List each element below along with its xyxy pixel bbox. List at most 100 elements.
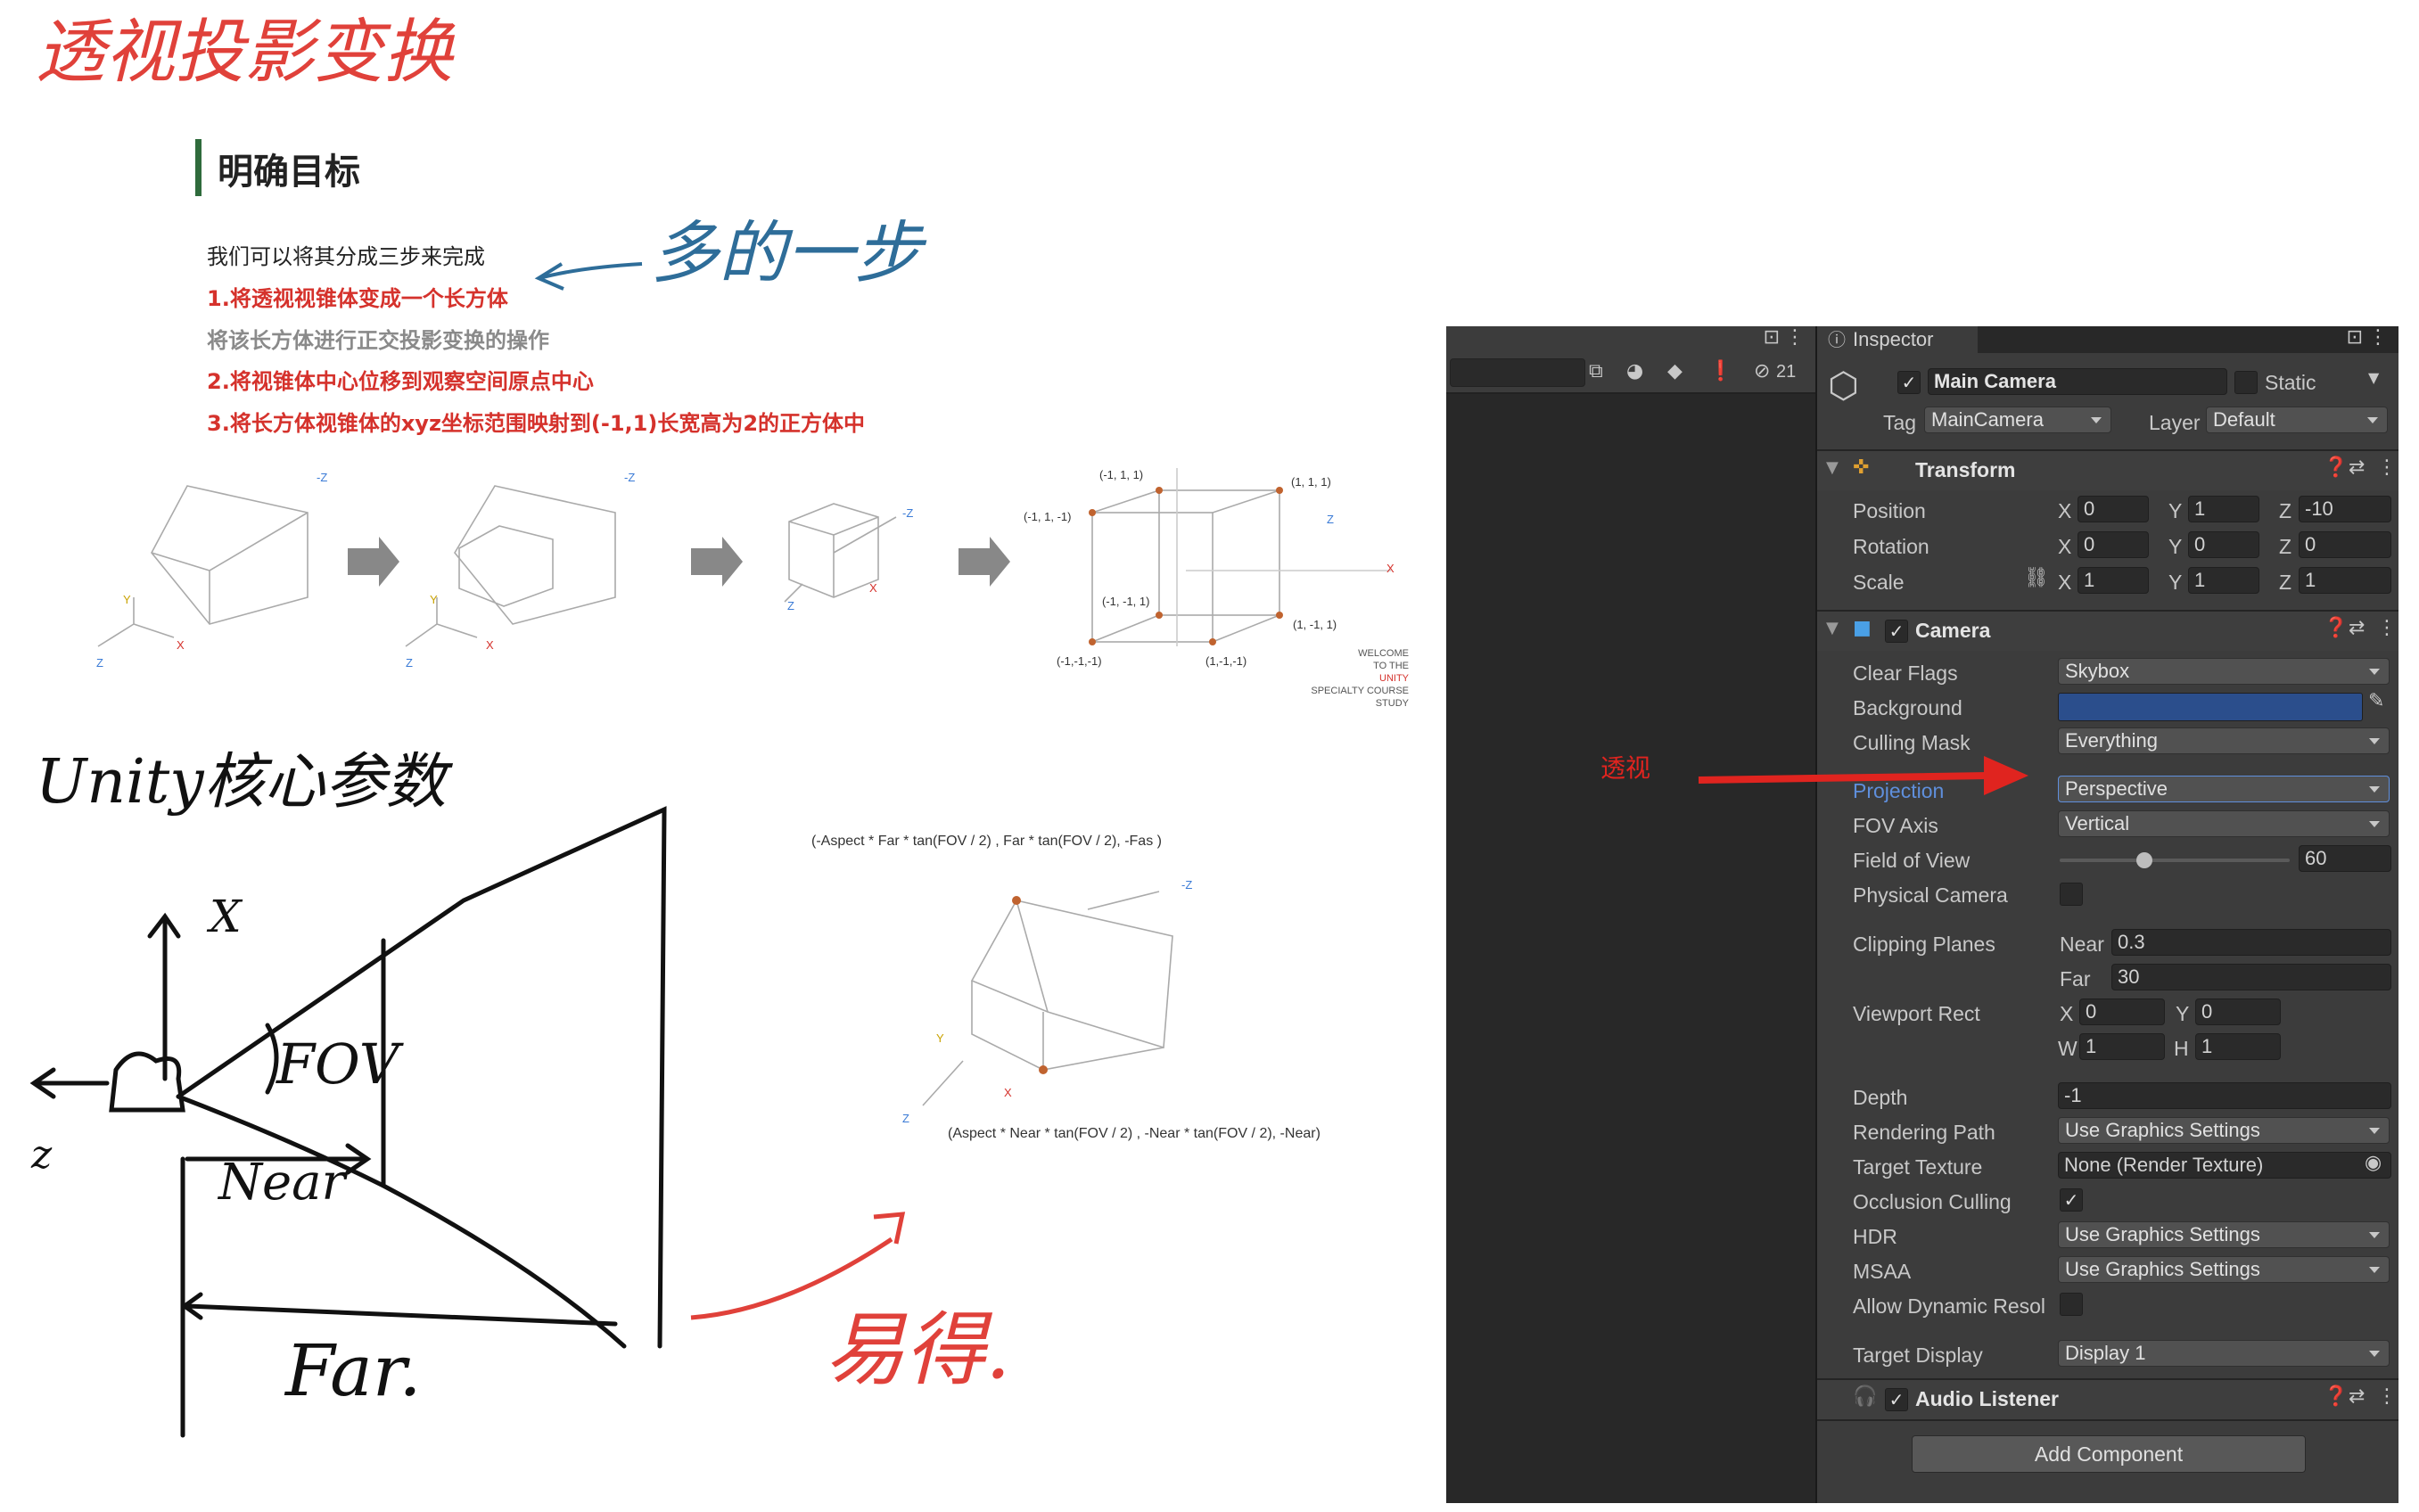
- eyedropper-icon[interactable]: ✎: [2368, 690, 2384, 712]
- axis-z-label: Z: [2279, 535, 2292, 558]
- occlusion-culling-checkbox[interactable]: ✓: [2060, 1188, 2083, 1212]
- handwritten-easy: 易得.: [825, 1303, 1011, 1397]
- fov-axis-dropdown[interactable]: Vertical: [2058, 810, 2390, 837]
- slide-intro: 我们可以将其分成三步来完成: [207, 244, 485, 269]
- camera-enabled-checkbox[interactable]: ✓: [1885, 620, 1908, 643]
- viewport-x-field[interactable]: 0: [2079, 998, 2165, 1025]
- target-texture-field[interactable]: None (Render Texture): [2058, 1152, 2391, 1179]
- audio-listener-title: Audio Listener: [1915, 1387, 2060, 1410]
- tab-inspector[interactable]: ⓘ Inspector: [1817, 326, 1978, 353]
- scene-toolbar: ⧉ ◕ ◆ ❗ ⊘ 21: [1446, 353, 1815, 394]
- help-icon[interactable]: ❓: [2324, 1385, 2348, 1408]
- constrain-link-icon[interactable]: ⛓: [2024, 567, 2049, 589]
- audio-listener-header[interactable]: 🎧 ✓ Audio Listener ❓ ⇄ ⋮: [1817, 1380, 2398, 1419]
- kebab-menu-icon[interactable]: ⋮: [2377, 456, 2397, 479]
- hdr-dropdown[interactable]: Use Graphics Settings: [2058, 1221, 2390, 1248]
- object-picker-icon[interactable]: ◉: [2365, 1152, 2382, 1174]
- rotation-y-field[interactable]: 0: [2188, 531, 2259, 558]
- search-input[interactable]: [1450, 358, 1585, 387]
- kebab-menu-icon[interactable]: ⋮: [2377, 617, 2397, 639]
- physical-camera-checkbox[interactable]: [2060, 883, 2083, 906]
- scale-z-field[interactable]: 1: [2299, 567, 2391, 594]
- warning-icon[interactable]: ❗: [1708, 360, 1732, 382]
- cube-corner-label: (-1, 1, 1): [1099, 468, 1144, 481]
- depth-field[interactable]: -1: [2058, 1082, 2391, 1109]
- welcome-line: WELCOME: [1358, 648, 1409, 659]
- preset-icon[interactable]: ⇄: [2349, 1385, 2365, 1408]
- axis-label-x: X: [869, 581, 877, 595]
- projection-dropdown[interactable]: Perspective: [2058, 776, 2390, 802]
- viewport-y-field[interactable]: 0: [2195, 998, 2281, 1025]
- preset-icon[interactable]: ⇄: [2349, 617, 2365, 639]
- title-accent-bar: [195, 139, 202, 196]
- fov-value-field[interactable]: 60: [2299, 845, 2391, 872]
- foldout-arrow-icon[interactable]: ▼: [1826, 619, 1839, 637]
- static-checkbox[interactable]: [2234, 371, 2258, 394]
- cube-corner-label: (1, 1, 1): [1291, 475, 1331, 489]
- axis-label-z: Z: [406, 656, 413, 670]
- foldout-arrow-icon[interactable]: ▼: [1826, 458, 1839, 477]
- gizmo-icon[interactable]: ⧉: [1589, 360, 1603, 382]
- far-clip-field[interactable]: 30: [2111, 964, 2391, 990]
- clipping-planes-label: Clipping Planes: [1853, 933, 1995, 956]
- cube-corner-label: (1,-1,-1): [1205, 654, 1247, 668]
- welcome-line: TO THE: [1373, 661, 1409, 671]
- position-x-field[interactable]: 0: [2078, 496, 2149, 522]
- slide-step-3: 3.将长方体视锥体的xyz坐标范围映射到(-1,1)长宽高为2的正方体中: [207, 411, 866, 436]
- projection-label: Projection: [1853, 779, 1945, 802]
- viewport-y-label: Y: [2176, 1002, 2190, 1025]
- shader-icon[interactable]: ◕: [1626, 360, 1643, 382]
- inspector-tabbar: ⓘ Inspector ⊡ ⋮: [1817, 326, 2398, 353]
- kebab-menu-icon[interactable]: ⋮: [2377, 1385, 2397, 1408]
- axis-label-neg-z: -Z: [624, 471, 636, 484]
- viewport-rect-label: Viewport Rect: [1853, 1002, 1980, 1025]
- handwritten-far: Far.: [284, 1329, 422, 1412]
- welcome-line: UNITY: [1379, 673, 1409, 684]
- position-y-field[interactable]: 1: [2188, 496, 2259, 522]
- add-component-button[interactable]: Add Component: [1912, 1435, 2306, 1473]
- axis-x-label: X: [2058, 571, 2072, 594]
- target-display-dropdown[interactable]: Display 1: [2058, 1340, 2390, 1367]
- kebab-menu-icon[interactable]: ⋮: [1785, 326, 1805, 349]
- static-dropdown-icon[interactable]: ▼: [2368, 369, 2379, 386]
- rendering-path-dropdown[interactable]: Use Graphics Settings: [2058, 1117, 2390, 1144]
- kebab-menu-icon[interactable]: ⋮: [2368, 326, 2388, 349]
- viewport-h-field[interactable]: 1: [2195, 1033, 2281, 1060]
- layer-dropdown[interactable]: Default: [2206, 407, 2388, 433]
- position-z-field[interactable]: -10: [2299, 496, 2391, 522]
- fov-slider-thumb[interactable]: [2136, 852, 2152, 868]
- audio-listener-checkbox[interactable]: ✓: [1885, 1388, 1908, 1411]
- clear-flags-dropdown[interactable]: Skybox: [2058, 658, 2390, 685]
- transform-header[interactable]: ▼ ✜ Transform ❓ ⇄ ⋮: [1817, 451, 2398, 490]
- scale-x-field[interactable]: 1: [2078, 567, 2149, 594]
- msaa-dropdown[interactable]: Use Graphics Settings: [2058, 1256, 2390, 1283]
- viewport-w-field[interactable]: 1: [2079, 1033, 2165, 1060]
- help-icon[interactable]: ❓: [2324, 456, 2348, 479]
- lock-icon[interactable]: ⊡: [1764, 326, 1780, 349]
- rotation-z-field[interactable]: 0: [2299, 531, 2391, 558]
- tag-icon[interactable]: ◆: [1667, 360, 1683, 382]
- culling-mask-dropdown[interactable]: Everything: [2058, 727, 2390, 754]
- axis-x-label: X: [2058, 499, 2072, 522]
- preset-icon[interactable]: ⇄: [2349, 456, 2365, 479]
- object-name-field[interactable]: Main Camera: [1928, 368, 2227, 395]
- lock-icon[interactable]: ⊡: [2347, 326, 2363, 349]
- scale-y-field[interactable]: 1: [2188, 567, 2259, 594]
- background-color-swatch[interactable]: [2058, 693, 2363, 721]
- axis-z-label: Z: [2279, 499, 2292, 522]
- near-clip-field[interactable]: 0.3: [2111, 929, 2391, 956]
- fov-slider-track[interactable]: [2060, 859, 2290, 862]
- frustum-diagram-2: [405, 485, 616, 647]
- unity-editor: ⊡ ⋮ ⧉ ◕ ◆ ❗ ⊘ 21 ⓘ Inspector ⊡ ⋮ ⬡ ✓ Mai…: [1446, 326, 2398, 1503]
- tag-dropdown[interactable]: MainCamera: [1924, 407, 2111, 433]
- help-icon[interactable]: ❓: [2324, 617, 2348, 639]
- rotation-x-field[interactable]: 0: [2078, 531, 2149, 558]
- transform-title: Transform: [1915, 458, 2016, 481]
- active-checkbox[interactable]: ✓: [1897, 371, 1921, 394]
- dynamic-resolution-checkbox[interactable]: [2060, 1293, 2083, 1316]
- viewport-h-label: H: [2174, 1037, 2189, 1060]
- visibility-icon[interactable]: ⊘: [1754, 360, 1770, 382]
- camera-title: Camera: [1915, 619, 1991, 642]
- axis-label-z: Z: [96, 656, 103, 670]
- camera-header[interactable]: ▼ ■ ✓ Camera ❓ ⇄ ⋮: [1817, 612, 2398, 651]
